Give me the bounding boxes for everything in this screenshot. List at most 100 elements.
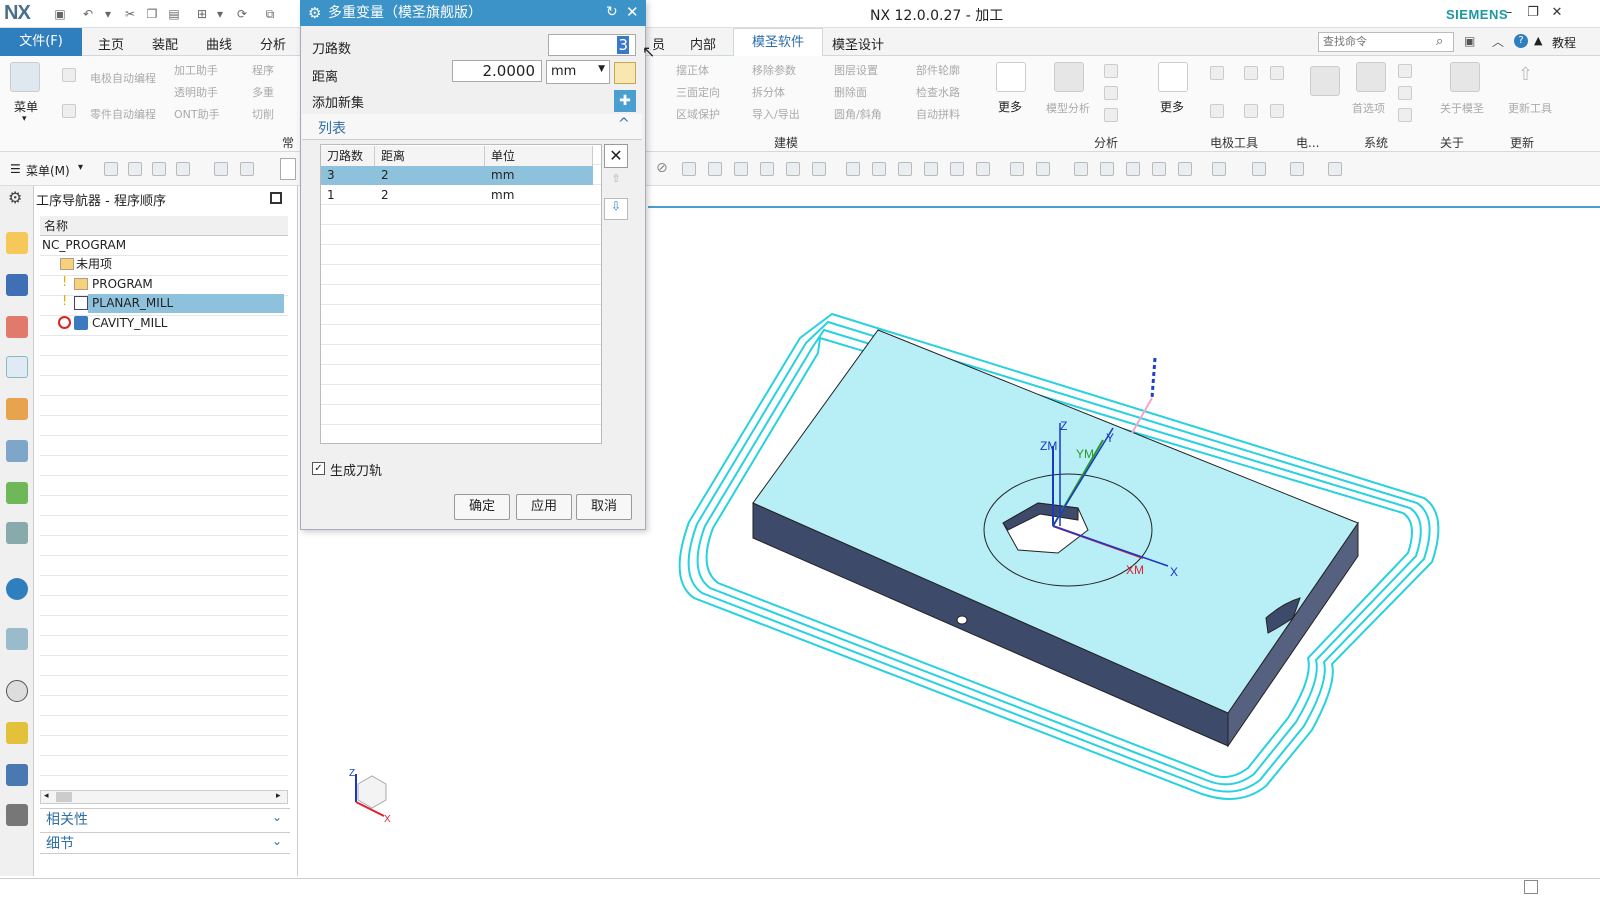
rotate-icon[interactable] bbox=[1126, 162, 1140, 176]
scroll-thumb[interactable] bbox=[56, 792, 72, 802]
toolbar-icon-6[interactable] bbox=[240, 162, 254, 176]
toolbar-icon-12[interactable] bbox=[812, 162, 826, 176]
electrode-tool-icon-3[interactable] bbox=[1270, 66, 1284, 80]
fit-view-icon[interactable] bbox=[1074, 162, 1088, 176]
menu-dropdown-icon[interactable]: ▾ bbox=[22, 114, 27, 124]
toolbar-icon-18[interactable] bbox=[976, 162, 990, 176]
layer-settings[interactable]: 图层设置 bbox=[834, 62, 878, 78]
tab-file[interactable]: 文件(F) bbox=[0, 28, 82, 56]
orient-view-icon[interactable] bbox=[1290, 162, 1304, 176]
section-details[interactable]: 细节 bbox=[40, 832, 290, 854]
assembly-navigator-icon[interactable] bbox=[6, 232, 28, 254]
transparent-assistant[interactable]: 透明助手 bbox=[174, 84, 218, 100]
col-distance[interactable]: 距离 bbox=[375, 146, 485, 166]
pan-icon[interactable] bbox=[1152, 162, 1166, 176]
cut-cmd[interactable]: 切削 bbox=[252, 106, 274, 122]
render-style-icon[interactable] bbox=[1252, 162, 1266, 176]
layout-icon[interactable] bbox=[1212, 162, 1226, 176]
web-browser-icon[interactable] bbox=[6, 522, 28, 544]
toolbar-icon-16[interactable] bbox=[924, 162, 938, 176]
three-face-orient[interactable]: 三面定向 bbox=[676, 84, 720, 100]
preferences-button[interactable]: 首选项 bbox=[1352, 100, 1385, 116]
delete-face[interactable]: 删除面 bbox=[834, 84, 867, 100]
toolbar-icon-13[interactable] bbox=[846, 162, 860, 176]
toolbar-icon-17[interactable] bbox=[950, 162, 964, 176]
ok-button[interactable]: 确定 bbox=[454, 494, 510, 520]
col-paths[interactable]: 刀路数 bbox=[321, 146, 375, 166]
dialog-gear-icon[interactable]: ⚙ bbox=[308, 4, 321, 22]
part-navigator-icon[interactable] bbox=[6, 316, 28, 338]
about-button[interactable]: 关于模圣 bbox=[1440, 100, 1484, 116]
toolbar-icon-11[interactable] bbox=[786, 162, 800, 176]
operation-navigator-icon[interactable] bbox=[6, 356, 28, 378]
model-analysis-button[interactable]: 模型分析 bbox=[1046, 100, 1090, 116]
row2-unit[interactable]: mm bbox=[485, 186, 514, 205]
close-icon[interactable]: ✕ bbox=[1548, 5, 1566, 23]
apply-button[interactable]: 应用 bbox=[516, 494, 572, 520]
machining-feature-icon[interactable] bbox=[6, 440, 28, 462]
window-icon[interactable]: ▣ bbox=[1464, 34, 1475, 48]
system-icon-2[interactable] bbox=[1398, 86, 1412, 100]
tree-item-program[interactable]: PROGRAM bbox=[92, 275, 153, 294]
no-selection-icon[interactable]: ⊘ bbox=[656, 160, 668, 176]
toolbar-icon-5[interactable] bbox=[214, 162, 228, 176]
tab-internal[interactable]: 内部 bbox=[690, 34, 716, 53]
system-icon-1[interactable] bbox=[1398, 64, 1412, 78]
touch-dropdown-icon[interactable]: ▾ bbox=[212, 6, 228, 22]
move-up-icon[interactable]: ⇧ bbox=[604, 172, 628, 194]
cancel-button[interactable]: 取消 bbox=[576, 494, 632, 520]
paths-input[interactable]: 3 bbox=[548, 34, 636, 56]
machine-navigator-icon[interactable] bbox=[6, 398, 28, 420]
update-button[interactable]: 更新工具 bbox=[1508, 100, 1552, 116]
model-analysis-icon[interactable] bbox=[1054, 62, 1084, 92]
tab-analysis[interactable]: 分析 bbox=[260, 34, 286, 53]
more-button-2[interactable]: 更多 bbox=[1160, 98, 1184, 115]
collapse-ribbon-icon[interactable]: ︿ bbox=[1492, 33, 1504, 50]
window-switch-icon[interactable]: ⧉ bbox=[262, 6, 278, 22]
electrode-tool-icon-1[interactable] bbox=[1210, 66, 1224, 80]
chevron-down-icon[interactable]: ⌄ bbox=[272, 810, 282, 824]
horizontal-scrollbar[interactable] bbox=[40, 790, 288, 804]
toolbar-icon-8[interactable] bbox=[708, 162, 722, 176]
more-icon-2[interactable] bbox=[1158, 62, 1188, 92]
part-auto-program[interactable]: 零件自动编程 bbox=[90, 106, 156, 122]
toolbar-icon-7[interactable] bbox=[682, 162, 696, 176]
toolbar-icon-19[interactable] bbox=[1010, 162, 1024, 176]
table-row-selected[interactable] bbox=[321, 166, 593, 185]
tree-item-planar-mill[interactable]: PLANAR_MILL bbox=[92, 294, 173, 313]
tab-home[interactable]: 主页 bbox=[98, 34, 124, 53]
col-unit[interactable]: 单位 bbox=[485, 146, 593, 166]
distance-input[interactable]: 2.0000 bbox=[452, 60, 542, 82]
info-icon[interactable] bbox=[6, 578, 28, 600]
section-dependencies[interactable]: 相关性 bbox=[40, 808, 290, 830]
unit-select[interactable]: mm ▼ bbox=[546, 60, 610, 84]
tab-moshen-design[interactable]: 模圣设计 bbox=[832, 34, 884, 53]
toolbar-icon-2[interactable] bbox=[128, 162, 142, 176]
toolbar-icon-10[interactable] bbox=[760, 162, 774, 176]
command-search-input[interactable] bbox=[1318, 32, 1454, 52]
zoom-icon[interactable] bbox=[1100, 162, 1114, 176]
remove-params[interactable]: 移除参数 bbox=[752, 62, 796, 78]
toolbar-icon-14[interactable] bbox=[872, 162, 886, 176]
ont-assistant[interactable]: ONT助手 bbox=[174, 106, 220, 122]
tab-curve[interactable]: 曲线 bbox=[206, 34, 232, 53]
electrode-auto-program[interactable]: 电极自动编程 bbox=[90, 70, 156, 86]
fillet-chamfer[interactable]: 圆角/斜角 bbox=[834, 106, 882, 122]
help-icon[interactable]: ? bbox=[1514, 34, 1528, 48]
move-down-icon[interactable]: ⇩ bbox=[604, 198, 628, 220]
history-clock-icon[interactable] bbox=[6, 680, 28, 702]
generate-checkbox[interactable]: ✓ bbox=[312, 462, 325, 475]
toolbar-icon-4[interactable] bbox=[176, 162, 190, 176]
settings-gear-icon[interactable]: ⚙ bbox=[8, 188, 22, 207]
toolbar-icon-1[interactable] bbox=[104, 162, 118, 176]
tab-assembly[interactable]: 装配 bbox=[152, 34, 178, 53]
undo-icon[interactable]: ↶ bbox=[80, 6, 96, 22]
dialog-close-icon[interactable]: ✕ bbox=[626, 3, 639, 21]
maximize-panel-icon[interactable] bbox=[270, 192, 282, 204]
reuse-library-icon[interactable] bbox=[6, 482, 28, 504]
menu-big-button[interactable]: 菜单 bbox=[14, 98, 38, 115]
about-icon[interactable] bbox=[1450, 62, 1480, 92]
add-set-button[interactable]: ✚ bbox=[614, 90, 636, 112]
update-icon[interactable]: ⇧ bbox=[1518, 64, 1533, 85]
repeat-command-icon[interactable]: ⟳ bbox=[234, 6, 250, 22]
